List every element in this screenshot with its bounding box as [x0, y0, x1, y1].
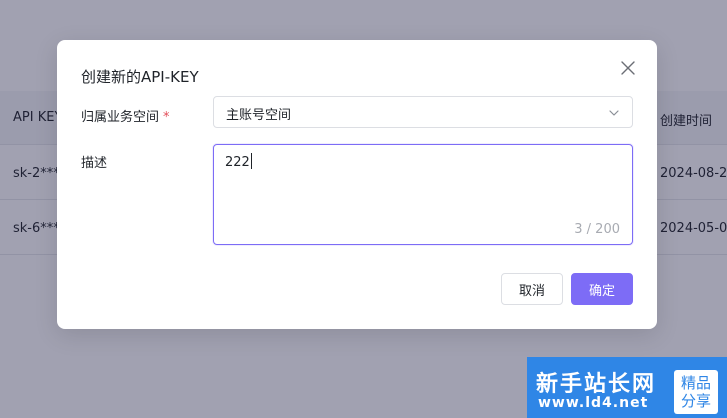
- watermark-badge-line2: 分享: [680, 392, 711, 410]
- watermark-title: 新手站长网: [536, 372, 657, 397]
- text-caret: [250, 153, 252, 169]
- workspace-select-value: 主账号空间: [226, 108, 292, 123]
- cancel-button[interactable]: 取消: [501, 273, 563, 305]
- workspace-label: 归属业务空间 *: [81, 106, 170, 125]
- description-label: 描述: [81, 156, 108, 171]
- chevron-down-icon: [609, 110, 619, 116]
- description-value: 222: [225, 153, 252, 170]
- close-button[interactable]: [619, 59, 637, 77]
- watermark-url: www.ld4.net: [538, 395, 649, 411]
- watermark-badge: 精品 分享: [674, 370, 718, 414]
- site-watermark: 新手站长网 www.ld4.net 精品 分享: [527, 357, 727, 418]
- required-mark: *: [163, 110, 170, 125]
- description-text: 222: [225, 155, 250, 170]
- workspace-label-text: 归属业务空间: [81, 110, 160, 125]
- character-counter: 3 / 200: [574, 222, 620, 237]
- close-icon: [621, 61, 635, 75]
- create-api-key-dialog: 创建新的API-KEY 归属业务空间 * 主账号空间 描述 222 3 / 200…: [57, 40, 657, 329]
- confirm-button[interactable]: 确定: [571, 273, 633, 305]
- watermark-badge-line1: 精品: [680, 374, 711, 392]
- description-textarea[interactable]: 222 3 / 200: [213, 144, 633, 245]
- workspace-select[interactable]: 主账号空间: [213, 96, 633, 128]
- dialog-title: 创建新的API-KEY: [81, 68, 199, 86]
